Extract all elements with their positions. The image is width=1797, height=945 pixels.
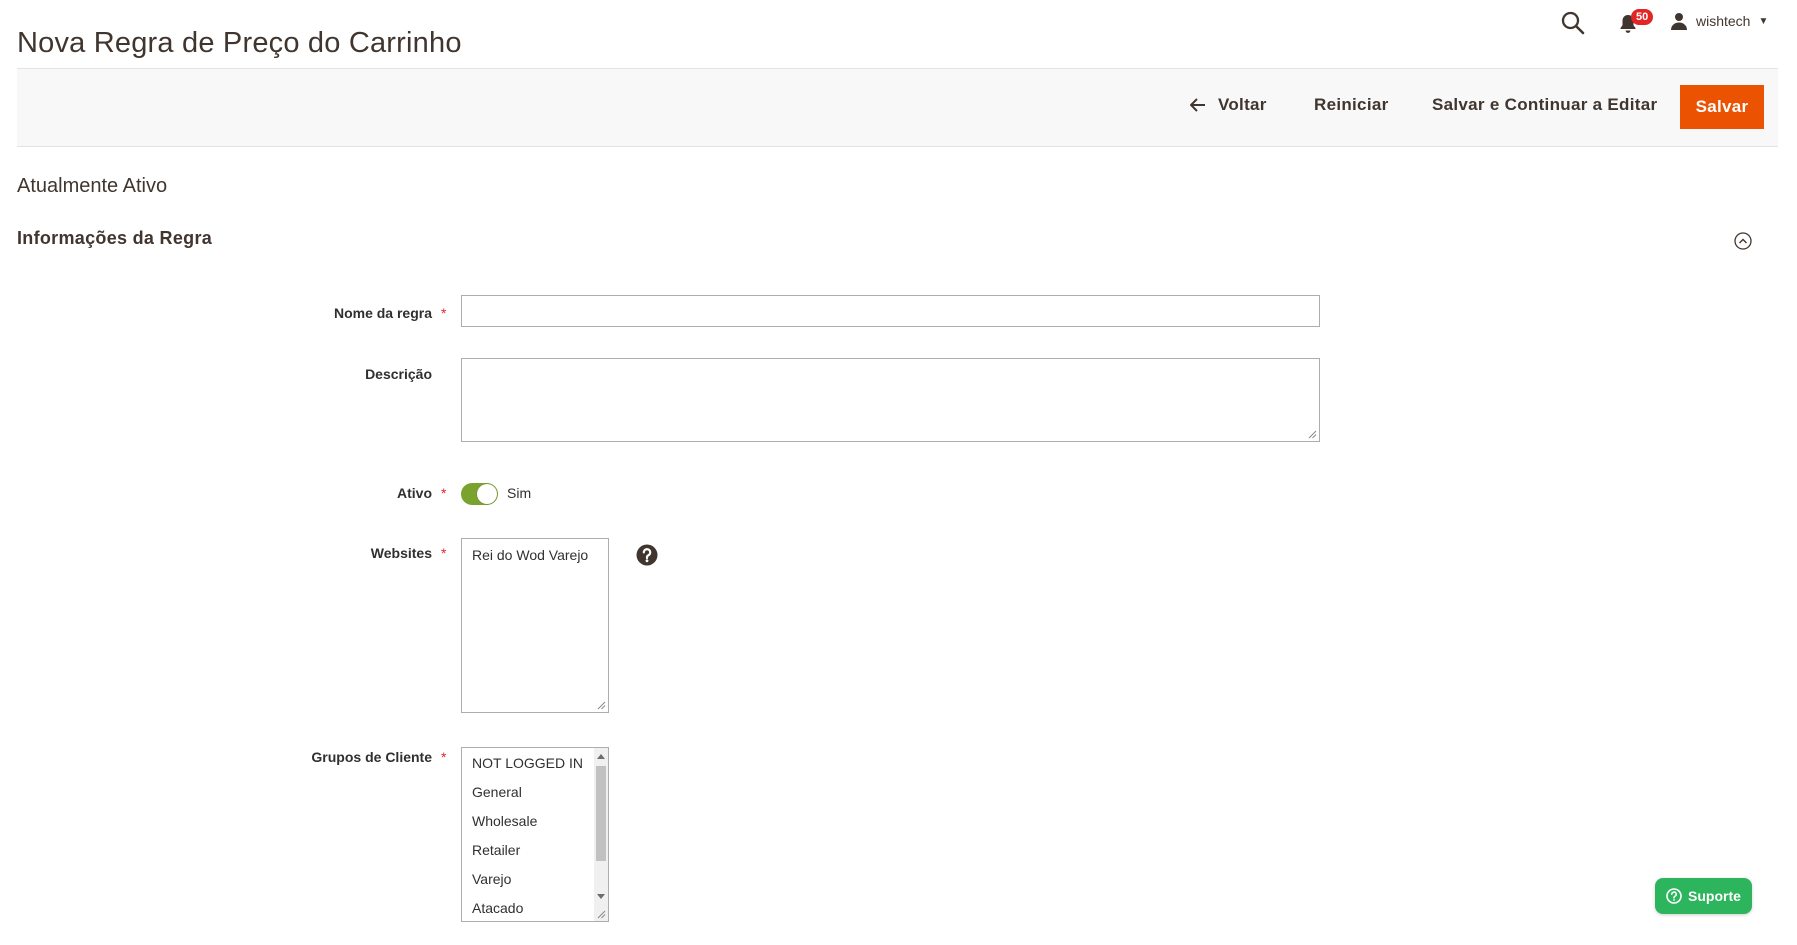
resize-handle-icon[interactable] — [597, 701, 606, 710]
scrollbar-thumb[interactable] — [596, 766, 606, 861]
help-circle-icon — [1666, 888, 1682, 904]
customer-group-option[interactable]: Varejo — [462, 865, 608, 894]
back-button[interactable]: Voltar — [1190, 95, 1267, 115]
scroll-down-arrow-icon[interactable] — [597, 894, 605, 899]
section-title[interactable]: Informações da Regra — [17, 228, 212, 249]
notification-count-badge: 50 — [1631, 9, 1654, 25]
listbox-scrollbar[interactable] — [594, 748, 608, 921]
customer-group-option[interactable]: Wholesale — [462, 807, 608, 836]
page-actions-toolbar: Voltar Reiniciar Salvar e Continuar a Ed… — [17, 68, 1778, 147]
required-asterisk: * — [441, 749, 447, 765]
customer-groups-label: Grupos de Cliente — [311, 749, 432, 765]
user-icon — [1671, 13, 1687, 30]
support-button[interactable]: Suporte — [1655, 878, 1752, 914]
reset-button[interactable]: Reiniciar — [1314, 95, 1389, 115]
customer-groups-multiselect[interactable]: NOT LOGGED IN General Wholesale Retailer… — [461, 747, 609, 922]
search-icon[interactable] — [1560, 10, 1586, 36]
rule-status-text: Atualmente Ativo — [17, 175, 168, 197]
active-toggle[interactable] — [461, 483, 498, 505]
websites-multiselect[interactable]: Rei do Wod Varejo — [461, 538, 609, 713]
username: wishtech — [1696, 13, 1751, 29]
back-button-label: Voltar — [1218, 95, 1267, 114]
customer-group-option[interactable]: Atacado — [462, 894, 608, 921]
user-account-menu[interactable]: wishtech ▼ — [1670, 10, 1768, 32]
save-button[interactable]: Salvar — [1680, 85, 1764, 129]
arrow-left-icon — [1190, 98, 1205, 112]
rule-name-input[interactable] — [461, 295, 1320, 327]
rule-name-label: Nome da regra — [333, 305, 432, 321]
required-asterisk: * — [441, 545, 447, 561]
active-label: Ativo — [397, 485, 432, 501]
active-toggle-state: Sim — [507, 485, 532, 501]
required-asterisk: * — [441, 305, 447, 321]
customer-group-option[interactable]: Retailer — [462, 836, 608, 865]
page-title: Nova Regra de Preço do Carrinho — [17, 27, 462, 60]
description-textarea[interactable] — [461, 358, 1320, 442]
customer-group-option[interactable]: General — [462, 778, 608, 807]
toggle-knob — [477, 484, 497, 504]
support-label: Suporte — [1688, 888, 1741, 904]
required-asterisk: * — [441, 485, 447, 501]
caret-down-icon: ▼ — [1758, 15, 1769, 27]
scroll-up-arrow-icon[interactable] — [597, 754, 605, 759]
chevron-up-circle-icon[interactable] — [1733, 231, 1753, 251]
websites-label: Websites — [370, 545, 432, 561]
resize-handle-icon[interactable] — [597, 910, 606, 919]
resize-handle-icon[interactable] — [1308, 430, 1317, 439]
help-icon[interactable] — [636, 544, 658, 566]
website-option[interactable]: Rei do Wod Varejo — [462, 539, 608, 564]
description-label: Descrição — [365, 366, 432, 382]
customer-group-option[interactable]: NOT LOGGED IN — [462, 749, 608, 778]
save-and-continue-button[interactable]: Salvar e Continuar a Editar — [1432, 95, 1657, 115]
